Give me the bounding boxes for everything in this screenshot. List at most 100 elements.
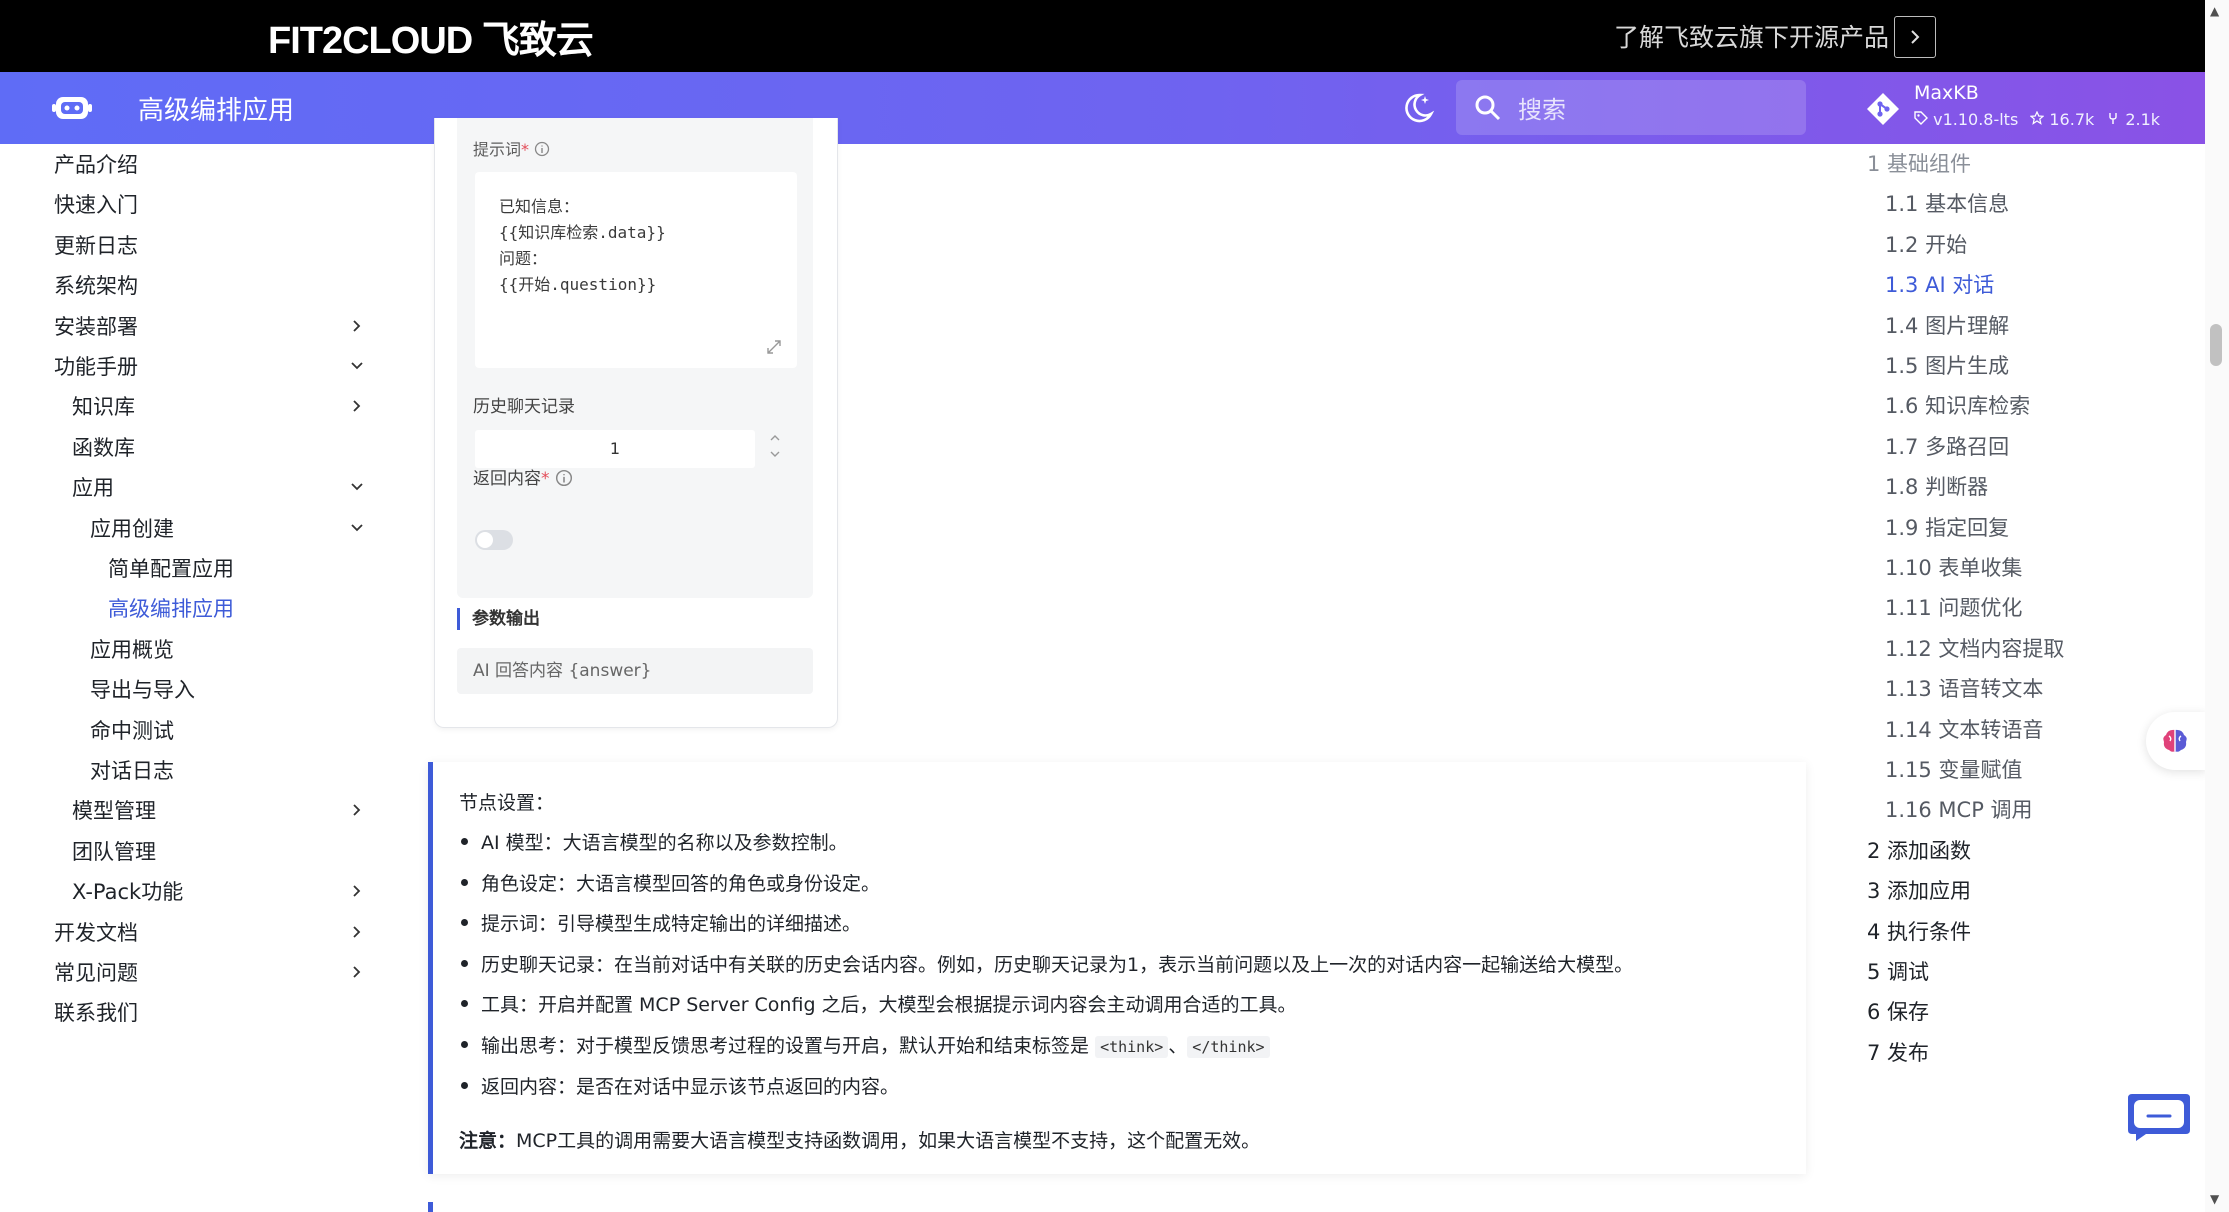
promo-link[interactable]: 了解飞致云旗下开源产品 [1614, 18, 1889, 54]
sidebar-item[interactable]: 简单配置应用 [108, 553, 234, 583]
forks-count: 2.1k [2106, 110, 2160, 129]
sidebar-item[interactable]: 开发文档 [54, 917, 138, 947]
sidebar-item[interactable]: 常见问题 [54, 957, 138, 987]
chevron-right-icon[interactable] [348, 923, 366, 941]
chevron-up-icon[interactable] [769, 433, 781, 443]
sidebar-item[interactable]: 对话日志 [90, 755, 174, 785]
chat-icon [2128, 1094, 2190, 1141]
toc-item[interactable]: 1.1 基本信息 [1885, 188, 2009, 218]
toc-item[interactable]: 1.13 语音转文本 [1885, 673, 2043, 703]
toc-item[interactable]: 1.2 开始 [1885, 229, 1967, 259]
sidebar-item[interactable]: 高级编排应用 [108, 593, 234, 623]
nav-bar: 高级编排应用 搜索 MaxKB v1.10.8-lts 16.7k 2.1k [0, 72, 2205, 144]
history-label: 历史聊天记录 [473, 397, 575, 417]
sidebar-item[interactable]: 模型管理 [72, 795, 156, 825]
note: 注意：MCP工具的调用需要大语言模型支持函数调用，如果大语言模型不支持，这个配置… [459, 1126, 1260, 1153]
chevron-right-icon[interactable] [348, 882, 366, 900]
chevron-right-icon[interactable] [348, 963, 366, 981]
prompt-textarea[interactable]: 已知信息： {{知识库检索.data}} 问题： {{开始.question}} [475, 172, 797, 368]
sidebar-item[interactable]: 产品介绍 [54, 149, 138, 179]
list-item: 返回内容：是否在对话中显示该节点返回的内容。 [459, 1072, 1633, 1113]
toc-item[interactable]: 1.4 图片理解 [1885, 310, 2009, 340]
chevron-right-icon[interactable] [348, 397, 366, 415]
list-item: 输出思考：对于模型反馈思考过程的设置与开启，默认开始和结束标签是 <think>… [459, 1031, 1633, 1072]
expand-icon[interactable] [765, 338, 783, 356]
next-tip-edge [428, 1202, 433, 1212]
sidebar-item[interactable]: 安装部署 [54, 311, 138, 341]
note-label: 注意： [459, 1130, 517, 1152]
chevron-down-icon[interactable] [348, 478, 366, 496]
toc-item[interactable]: 1.16 MCP 调用 [1885, 794, 2033, 824]
sidebar-item[interactable]: 更新日志 [54, 230, 138, 260]
sidebar-item[interactable]: 应用 [72, 472, 114, 502]
think-open-tag: <think> [1095, 1035, 1169, 1058]
toc-item[interactable]: 5 调试 [1867, 956, 1929, 986]
toc-item[interactable]: 1.11 问题优化 [1885, 592, 2022, 622]
toc-item[interactable]: 1.6 知识库检索 [1885, 390, 2030, 420]
git-icon [1867, 93, 1899, 125]
toc-item[interactable]: 2 添加函数 [1867, 835, 1971, 865]
ai-assistant-button[interactable] [2146, 712, 2206, 770]
toc-item[interactable]: 1.8 判断器 [1885, 471, 1988, 501]
toc-item[interactable]: 3 添加应用 [1867, 875, 1971, 905]
toc-item[interactable]: 1.5 图片生成 [1885, 350, 2009, 380]
sidebar-item[interactable]: 团队管理 [72, 836, 156, 866]
search-input[interactable]: 搜索 [1456, 80, 1806, 135]
sidebar-item[interactable]: X-Pack功能 [72, 876, 183, 906]
chevron-down-icon[interactable] [348, 519, 366, 537]
toc-item[interactable]: 1.3 AI 对话 [1885, 269, 1994, 299]
sidebar-item[interactable]: 命中测试 [90, 715, 174, 745]
list-item: 工具：开启并配置 MCP Server Config 之后，大模型会根据提示词内… [459, 990, 1633, 1031]
nav-title[interactable]: 高级编排应用 [138, 90, 294, 127]
sidebar-item[interactable]: 导出与导入 [90, 674, 195, 704]
version-badge: v1.10.8-lts [1914, 110, 2018, 129]
scrollbar-thumb[interactable] [2210, 324, 2222, 366]
toc-item[interactable]: 1.14 文本转语音 [1885, 714, 2043, 744]
list-item: 角色设定：大语言模型回答的角色或身份设定。 [459, 869, 1633, 910]
return-content-switch[interactable] [475, 530, 513, 550]
tip-heading: 节点设置： [459, 792, 555, 814]
dark-mode-icon[interactable] [1400, 90, 1436, 126]
sidebar-item[interactable]: 联系我们 [54, 997, 138, 1027]
chevron-right-icon[interactable] [348, 801, 366, 819]
maxkb-logo-icon[interactable] [52, 92, 92, 124]
stars-count: 16.7k [2029, 110, 2094, 129]
history-stepper[interactable] [769, 432, 781, 464]
chevron-down-icon[interactable] [348, 357, 366, 375]
scroll-up-arrow[interactable]: ▲ [2210, 4, 2219, 18]
toc-item[interactable]: 4 执行条件 [1867, 916, 1971, 946]
fit2cloud-logo[interactable]: FIT2CLOUD 飞致云 [268, 12, 594, 62]
sidebar-item[interactable]: 快速入门 [54, 189, 138, 219]
star-icon [2029, 110, 2045, 125]
toc-item[interactable]: 1.12 文档内容提取 [1885, 633, 2064, 663]
chevron-right-icon[interactable] [348, 317, 366, 335]
chevron-down-icon[interactable] [769, 449, 781, 459]
scroll-down-arrow[interactable]: ▼ [2210, 1192, 2219, 1206]
toc-item[interactable]: 1.15 变量赋值 [1885, 754, 2022, 784]
chat-widget-button[interactable] [2126, 1092, 2192, 1142]
history-count-input[interactable]: 1 [475, 430, 755, 468]
toc-item[interactable]: 6 保存 [1867, 996, 1929, 1026]
sidebar-item[interactable]: 功能手册 [54, 351, 138, 381]
tag-icon [1914, 111, 1928, 125]
sidebar-item[interactable]: 应用创建 [90, 513, 174, 543]
page-scrollbar[interactable] [2205, 0, 2229, 1212]
return-label: 返回内容* [473, 464, 573, 489]
toc-item[interactable]: 1.10 表单收集 [1885, 552, 2022, 582]
toc-item[interactable]: 1.9 指定回复 [1885, 512, 2009, 542]
toc-item[interactable]: 1 基础组件 [1867, 148, 1971, 178]
sidebar-item[interactable]: 知识库 [72, 391, 135, 421]
repo-stats: v1.10.8-lts 16.7k 2.1k [1914, 110, 2160, 129]
toc-item[interactable]: 1.7 多路召回 [1885, 431, 2009, 461]
toc-item[interactable]: 7 发布 [1867, 1037, 1929, 1067]
sidebar-item[interactable]: 函数库 [72, 432, 135, 462]
search-placeholder: 搜索 [1518, 96, 1566, 124]
prompt-label: 提示词* [473, 136, 550, 160]
list-item: AI 模型：大语言模型的名称以及参数控制。 [459, 828, 1633, 869]
promo-arrow-button[interactable] [1894, 16, 1936, 58]
info-icon [555, 469, 572, 487]
fork-icon [2109, 113, 2117, 124]
sidebar-item[interactable]: 应用概览 [90, 634, 174, 664]
list-item: 历史聊天记录：在当前对话中有关联的历史会话内容。例如，历史聊天记录为1，表示当前… [459, 950, 1633, 991]
sidebar-item[interactable]: 系统架构 [54, 270, 138, 300]
